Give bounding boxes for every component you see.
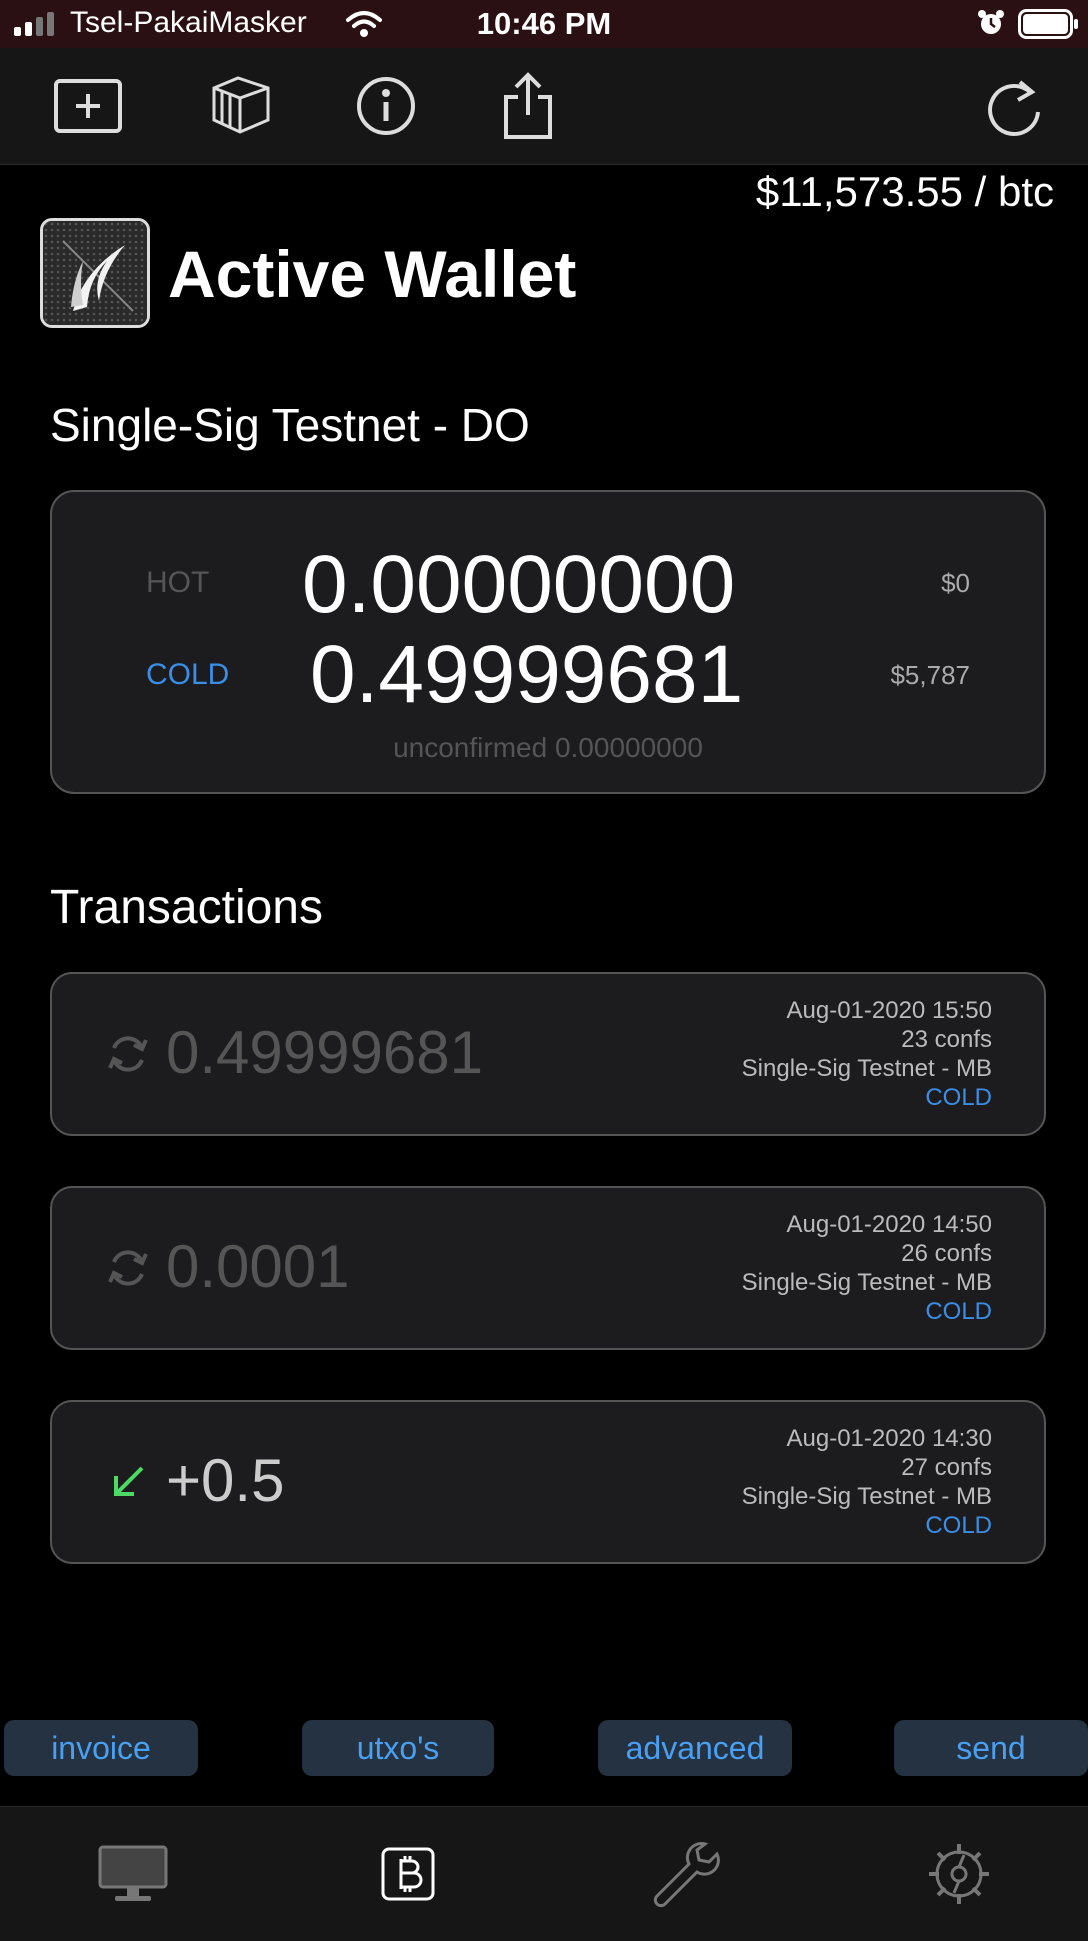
wallets-stack-icon[interactable]: [206, 70, 278, 142]
pending-sync-icon: [106, 1246, 150, 1290]
transaction-date: Aug-01-2020 14:50: [786, 1211, 993, 1238]
hot-label: HOT: [146, 566, 210, 599]
transaction-confs: 26 confs: [901, 1240, 992, 1267]
utxos-button[interactable]: utxo's: [302, 1720, 494, 1776]
transaction-row[interactable]: 0.49999681 Aug-01-2020 15:50 23 confs Si…: [50, 972, 1046, 1136]
transaction-amount: 0.49999681: [166, 1019, 483, 1086]
balance-card[interactable]: HOT 0.00000000 $0 COLD 0.49999681 $5,787…: [50, 490, 1046, 794]
received-arrow-icon: [106, 1460, 150, 1504]
action-row: invoice utxo's advanced send: [0, 1720, 1088, 1776]
alarm-icon: [976, 8, 1006, 43]
transaction-date: Aug-01-2020 15:50: [786, 997, 993, 1024]
transaction-meta: Aug-01-2020 15:50 23 confs Single-Sig Te…: [742, 996, 992, 1112]
transaction-type: COLD: [925, 1298, 992, 1325]
transaction-type: COLD: [925, 1084, 992, 1111]
wallet-logo: [40, 218, 150, 328]
transaction-row[interactable]: 0.0001 Aug-01-2020 14:50 26 confs Single…: [50, 1186, 1046, 1350]
cold-balance: 0.49999681: [310, 629, 744, 720]
monitor-icon[interactable]: [88, 1829, 178, 1919]
bitcoin-icon[interactable]: [363, 1829, 453, 1919]
status-bar: Tsel-PakaiMasker 10:46 PM: [0, 0, 1088, 48]
top-toolbar: [0, 48, 1088, 165]
invoice-button[interactable]: invoice: [4, 1720, 198, 1776]
transaction-meta: Aug-01-2020 14:50 26 confs Single-Sig Te…: [742, 1210, 992, 1326]
btc-price: $11,573.55 / btc: [755, 168, 1054, 215]
hot-balance: 0.00000000: [302, 539, 736, 630]
send-button[interactable]: send: [894, 1720, 1088, 1776]
refresh-icon[interactable]: [978, 70, 1050, 142]
transaction-amount: 0.0001: [166, 1233, 350, 1300]
advanced-button[interactable]: advanced: [598, 1720, 792, 1776]
add-wallet-icon[interactable]: [52, 70, 124, 142]
info-icon[interactable]: [350, 70, 422, 142]
transaction-wallet: Single-Sig Testnet - MB: [741, 1055, 992, 1082]
share-icon[interactable]: [492, 70, 564, 142]
tab-bar: [0, 1806, 1088, 1941]
transaction-type: COLD: [925, 1512, 992, 1539]
transaction-date: Aug-01-2020 14:30: [786, 1425, 993, 1452]
settings-icon[interactable]: [914, 1829, 1004, 1919]
unconfirmed-balance: unconfirmed 0.00000000: [393, 732, 703, 763]
wrench-icon[interactable]: [640, 1829, 730, 1919]
transaction-confs: 23 confs: [901, 1026, 992, 1053]
hot-fiat: $0: [941, 568, 970, 598]
transaction-wallet: Single-Sig Testnet - MB: [741, 1269, 992, 1296]
battery-icon: [1018, 9, 1080, 44]
transaction-meta: Aug-01-2020 14:30 27 confs Single-Sig Te…: [742, 1424, 992, 1540]
wallet-name: Single-Sig Testnet - DO: [50, 399, 530, 451]
transaction-amount: +0.5: [166, 1447, 285, 1514]
cold-label: COLD: [146, 658, 230, 691]
page-title: Active Wallet: [168, 237, 577, 311]
status-time: 10:46 PM: [476, 6, 612, 41]
transaction-row[interactable]: +0.5 Aug-01-2020 14:30 27 confs Single-S…: [50, 1400, 1046, 1564]
pending-sync-icon: [106, 1032, 150, 1076]
transactions-heading: Transactions: [50, 881, 323, 934]
cold-fiat: $5,787: [890, 660, 970, 690]
transaction-wallet: Single-Sig Testnet - MB: [741, 1483, 992, 1510]
transaction-confs: 27 confs: [901, 1454, 992, 1481]
